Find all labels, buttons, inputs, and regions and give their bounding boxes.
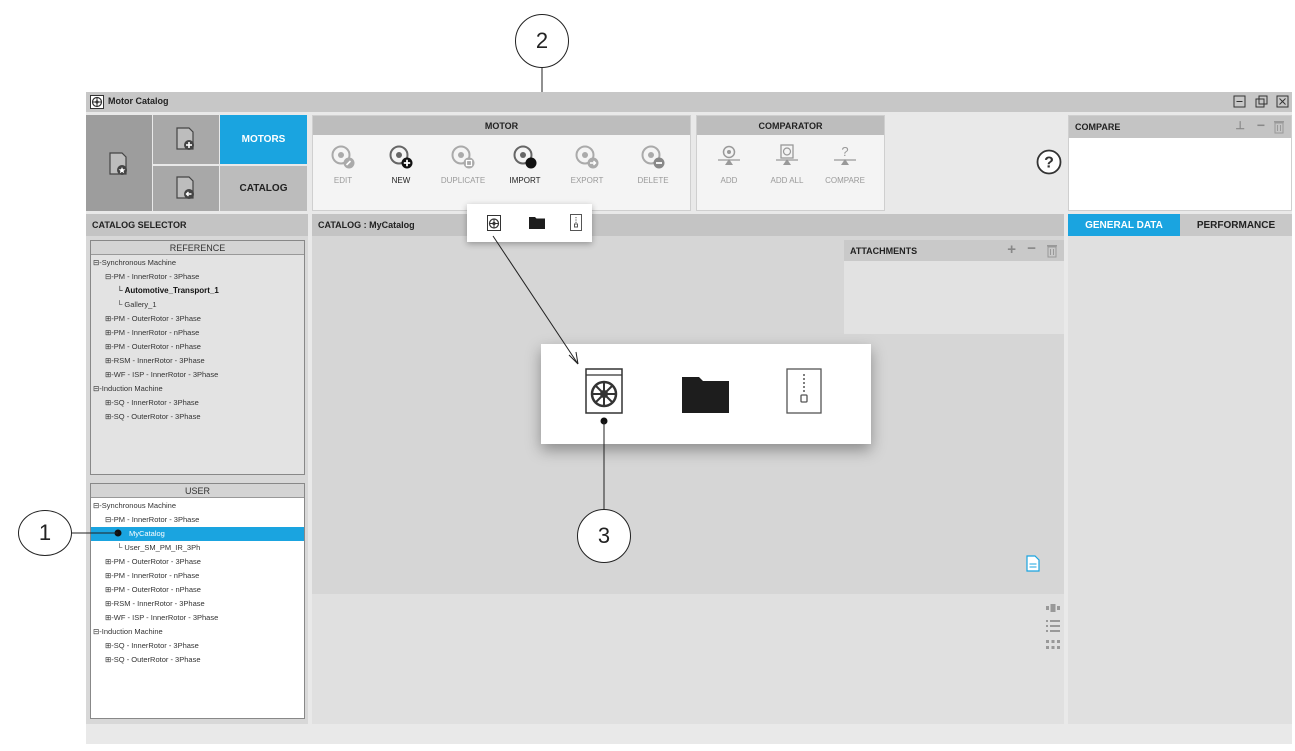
callout-3: 3 xyxy=(577,509,631,563)
callout-1: 1 xyxy=(18,510,72,556)
zoom-connector xyxy=(72,235,608,537)
status-bar xyxy=(86,724,1292,744)
